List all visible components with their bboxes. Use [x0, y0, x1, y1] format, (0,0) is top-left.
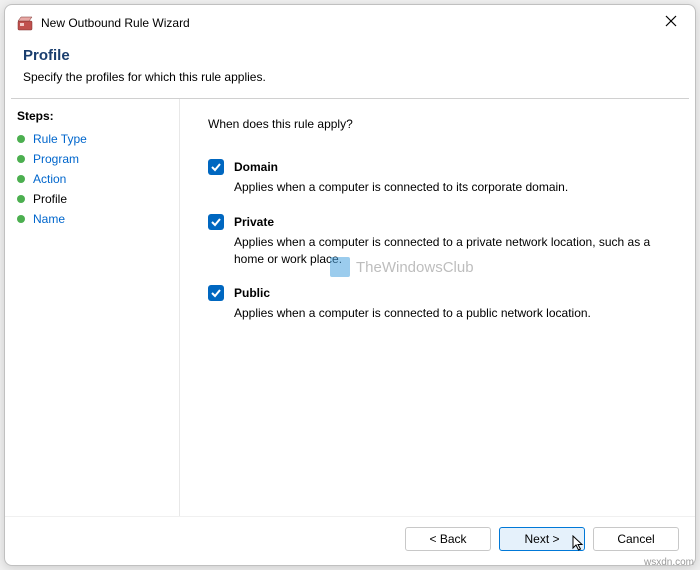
window-title: New Outbound Rule Wizard	[41, 16, 659, 30]
option-label: Private	[234, 215, 274, 229]
checkbox-public[interactable]	[208, 285, 224, 301]
bullet-icon	[17, 175, 25, 183]
bullet-icon	[17, 195, 25, 203]
step-label: Name	[33, 212, 65, 226]
checkbox-domain[interactable]	[208, 159, 224, 175]
back-button[interactable]: < Back	[405, 527, 491, 551]
page-title: Profile	[23, 47, 677, 64]
step-label: Rule Type	[33, 132, 87, 146]
wizard-body: Steps: Rule Type Program Action Profile …	[5, 99, 695, 516]
content-pane: When does this rule apply? Domain Applie…	[180, 99, 695, 516]
option-desc: Applies when a computer is connected to …	[234, 305, 654, 322]
footer-buttons: < Back Next > Cancel	[5, 516, 695, 565]
option-public: Public Applies when a computer is connec…	[208, 285, 667, 322]
page-subtitle: Specify the profiles for which this rule…	[23, 70, 677, 84]
step-name[interactable]: Name	[5, 209, 179, 229]
app-icon	[17, 15, 33, 31]
question-text: When does this rule apply?	[208, 117, 667, 131]
cancel-button[interactable]: Cancel	[593, 527, 679, 551]
titlebar: New Outbound Rule Wizard	[5, 5, 695, 41]
option-desc: Applies when a computer is connected to …	[234, 234, 654, 268]
option-domain: Domain Applies when a computer is connec…	[208, 159, 667, 196]
step-profile[interactable]: Profile	[5, 189, 179, 209]
step-label: Action	[33, 172, 66, 186]
cancel-label: Cancel	[617, 532, 654, 546]
option-desc: Applies when a computer is connected to …	[234, 179, 654, 196]
step-label: Profile	[33, 192, 67, 206]
wizard-header: Profile Specify the profiles for which t…	[5, 41, 695, 98]
steps-heading: Steps:	[5, 105, 179, 129]
next-button[interactable]: Next >	[499, 527, 585, 551]
option-private: Private Applies when a computer is conne…	[208, 214, 667, 268]
step-label: Program	[33, 152, 79, 166]
step-action[interactable]: Action	[5, 169, 179, 189]
close-icon[interactable]	[659, 14, 683, 32]
cursor-icon	[572, 535, 586, 556]
next-label: Next >	[524, 532, 559, 546]
bullet-icon	[17, 215, 25, 223]
option-label: Public	[234, 286, 270, 300]
bullet-icon	[17, 155, 25, 163]
step-program[interactable]: Program	[5, 149, 179, 169]
wizard-window: New Outbound Rule Wizard Profile Specify…	[4, 4, 696, 566]
bullet-icon	[17, 135, 25, 143]
steps-sidebar: Steps: Rule Type Program Action Profile …	[5, 99, 180, 516]
credit-text: wsxdn.com	[644, 557, 694, 568]
option-label: Domain	[234, 160, 278, 174]
checkbox-private[interactable]	[208, 214, 224, 230]
back-label: < Back	[429, 532, 466, 546]
step-rule-type[interactable]: Rule Type	[5, 129, 179, 149]
